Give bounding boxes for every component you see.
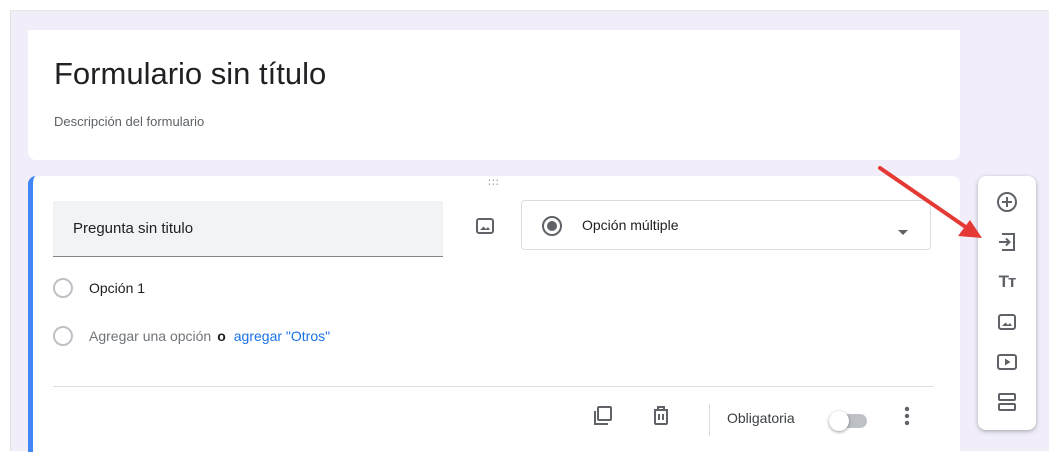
or-label: o: [217, 328, 226, 344]
add-option-row: Agregar una opción o agregar "Otros": [53, 326, 330, 346]
question-card[interactable]: ∶∶∶ Pregunta sin titulo Opción múltiple …: [28, 176, 960, 452]
question-footer-divider: [53, 386, 933, 387]
form-header-card: Formulario sin título Descripción del fo…: [28, 30, 960, 160]
video-icon[interactable]: [994, 349, 1020, 375]
annotation-arrow-icon: [878, 166, 982, 238]
drag-handle-icon[interactable]: ∶∶∶: [488, 178, 500, 189]
form-title[interactable]: Formulario sin título: [54, 56, 326, 92]
radio-selected-icon: [540, 214, 564, 243]
title-text-icon[interactable]: Tт: [994, 269, 1020, 295]
form-description[interactable]: Descripción del formulario: [54, 114, 204, 129]
required-toggle[interactable]: [829, 411, 867, 431]
image-icon[interactable]: [473, 214, 497, 238]
add-other-link[interactable]: agregar "Otros": [234, 328, 330, 344]
footer-separator: [709, 404, 710, 436]
import-questions-icon[interactable]: [994, 229, 1020, 255]
add-option-button[interactable]: Agregar una opción: [89, 328, 211, 344]
toggle-thumb: [829, 411, 849, 431]
question-title-input[interactable]: Pregunta sin titulo: [53, 201, 443, 257]
question-type-label: Opción múltiple: [582, 217, 679, 233]
required-label: Obligatoria: [727, 410, 795, 426]
image-icon[interactable]: [994, 309, 1020, 335]
option-row[interactable]: Opción 1: [53, 278, 145, 298]
trash-icon[interactable]: [649, 404, 673, 428]
radio-icon: [53, 278, 73, 298]
add-question-icon[interactable]: [994, 189, 1020, 215]
more-vert-icon[interactable]: [895, 404, 919, 428]
section-icon[interactable]: [994, 389, 1020, 415]
option-label[interactable]: Opción 1: [89, 280, 145, 296]
radio-icon: [53, 326, 73, 346]
duplicate-icon[interactable]: [591, 404, 615, 428]
